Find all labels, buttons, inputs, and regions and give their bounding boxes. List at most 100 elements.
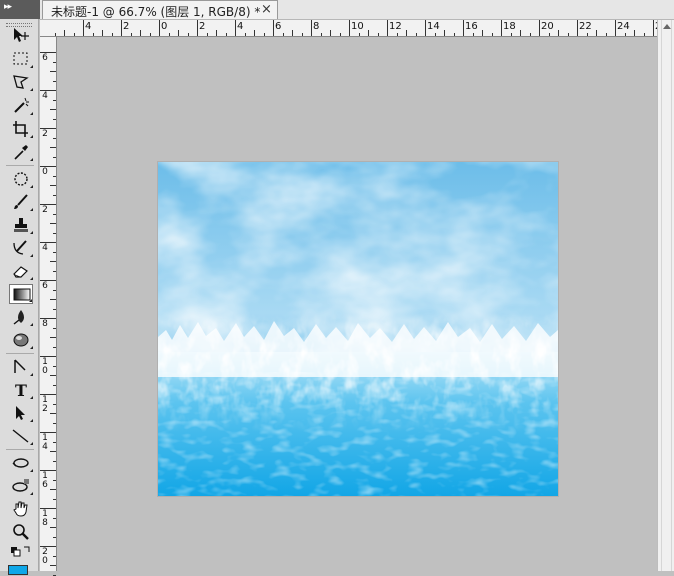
- ruler-top-major-tick: [235, 20, 236, 36]
- ruler-top-major-tick: [349, 20, 350, 36]
- ruler-left-label: 18: [42, 509, 48, 528]
- vertical-scrollbar[interactable]: [657, 20, 674, 571]
- ruler-top-minor-tick: [406, 30, 407, 36]
- magic-wand-tool[interactable]: [9, 96, 33, 116]
- crop-icon: [13, 121, 28, 137]
- hand-tool[interactable]: [9, 499, 33, 519]
- ruler-top-minor-tick: [54, 33, 56, 36]
- ruler-top-minor-tick: [529, 33, 531, 36]
- blur-tool[interactable]: [9, 307, 33, 327]
- scroll-track[interactable]: [661, 20, 672, 571]
- move-icon: [14, 28, 29, 42]
- ruler-left-minor-tick: [53, 270, 56, 272]
- direct-selection-icon: [16, 406, 25, 420]
- type-tool[interactable]: T: [9, 380, 33, 400]
- ruler-top-label: 12: [389, 21, 402, 32]
- ruler-top-minor-tick: [263, 33, 265, 36]
- ruler-top-label: 10: [351, 21, 364, 32]
- ruler-top-minor-tick: [434, 33, 436, 36]
- document-tab[interactable]: 未标题-1 @ 66.7% (图层 1, RGB/8) * ×: [42, 0, 278, 19]
- zoom-tool[interactable]: [9, 522, 33, 542]
- foreground-color-swatch[interactable]: [8, 565, 28, 575]
- ruler-left-major-tick: [40, 394, 56, 395]
- vertical-ruler[interactable]: 64202468101214161820: [40, 37, 57, 576]
- ruler-left-minor-tick: [50, 299, 56, 300]
- ruler-left-minor-tick: [53, 574, 56, 576]
- ruler-left-label: 0: [42, 167, 48, 177]
- ruler-top-minor-tick: [130, 33, 132, 36]
- ruler-left-minor-tick: [53, 498, 56, 500]
- ruler-left-minor-tick: [53, 536, 56, 538]
- ruler-left-minor-tick: [53, 327, 56, 329]
- svg-text:T: T: [15, 381, 27, 399]
- ruler-top-minor-tick: [444, 30, 445, 36]
- swap-colors-icon: [11, 546, 30, 557]
- horizontal-ruler[interactable]: 4202468101214161820222426: [54, 20, 673, 37]
- ruler-left-major-tick: [40, 280, 56, 281]
- 3d-orbit-tool[interactable]: [9, 476, 33, 496]
- gradient-tool[interactable]: [9, 284, 33, 304]
- eraser-tool[interactable]: [9, 261, 33, 281]
- document-tab-bar: ▸▸ 未标题-1 @ 66.7% (图层 1, RGB/8) * ×: [0, 0, 674, 20]
- ruler-top-minor-tick: [149, 33, 151, 36]
- ruler-top-minor-tick: [225, 33, 227, 36]
- ruler-top-minor-tick: [320, 33, 322, 36]
- 3d-rotate-tool[interactable]: [9, 453, 33, 473]
- ruler-top-minor-tick: [482, 30, 483, 36]
- ruler-left-major-tick: [40, 204, 56, 205]
- ruler-top-minor-tick: [548, 33, 550, 36]
- ruler-left-label: 4: [42, 91, 48, 101]
- document-canvas[interactable]: [158, 162, 558, 496]
- ruler-left-minor-tick: [50, 527, 56, 528]
- ruler-left-label: 10: [42, 357, 48, 376]
- crop-tool[interactable]: [9, 119, 33, 139]
- ruler-top-minor-tick: [567, 33, 569, 36]
- ruler-left-major-tick: [40, 166, 56, 167]
- ruler-top-minor-tick: [73, 33, 75, 36]
- ruler-top-label: 20: [541, 21, 554, 32]
- ruler-left-major-tick: [40, 318, 56, 319]
- ruler-left-minor-tick: [50, 147, 56, 148]
- ruler-top-minor-tick: [624, 33, 626, 36]
- ruler-left-minor-tick: [50, 223, 56, 224]
- ruler-left-major-tick: [40, 90, 56, 91]
- direct-selection-tool[interactable]: [9, 403, 33, 423]
- ruler-left-minor-tick: [53, 555, 56, 557]
- brush-tool[interactable]: [9, 192, 33, 212]
- line-tool[interactable]: [9, 426, 33, 446]
- ruler-top-minor-tick: [187, 33, 189, 36]
- ruler-top-minor-tick: [92, 33, 94, 36]
- ruler-top-minor-tick: [254, 30, 255, 36]
- stamp-icon: [14, 218, 28, 232]
- path-selection-tool[interactable]: [9, 357, 33, 377]
- ruler-left-major-tick: [40, 546, 56, 547]
- move-tool[interactable]: [9, 25, 33, 45]
- ruler-top-major-tick: [615, 20, 616, 36]
- toolbox-separator: [6, 353, 34, 354]
- ruler-top-label: 2: [123, 21, 130, 32]
- ruler-left-major-tick: [40, 432, 56, 433]
- ruler-top-major-tick: [83, 20, 84, 36]
- dodge-tool[interactable]: [9, 330, 33, 350]
- ruler-left-minor-tick: [50, 489, 56, 490]
- default-colors-swap[interactable]: [9, 543, 33, 559]
- clone-stamp-tool[interactable]: [9, 215, 33, 235]
- ruler-top-minor-tick: [491, 33, 493, 36]
- eyedropper-tool[interactable]: [9, 142, 33, 162]
- healing-brush-tool[interactable]: [9, 169, 33, 189]
- close-tab-icon[interactable]: ×: [261, 2, 272, 17]
- ruler-top-minor-tick: [453, 33, 455, 36]
- ruler-top-label: 2: [199, 21, 206, 32]
- ruler-left-major-tick: [40, 356, 56, 357]
- ruler-left-label: 2: [42, 129, 48, 139]
- lasso-tool[interactable]: [9, 72, 33, 92]
- ruler-left-minor-tick: [53, 137, 56, 139]
- marquee-tool[interactable]: [9, 49, 33, 69]
- ruler-left-label: 6: [42, 281, 48, 291]
- ruler-left-major-tick: [40, 128, 56, 129]
- ruler-top-major-tick: [653, 20, 654, 36]
- ruler-left-major-tick: [40, 470, 56, 471]
- history-brush-tool[interactable]: [9, 238, 33, 258]
- toolbox-collapse-grip[interactable]: ▸▸: [0, 0, 40, 19]
- sky-and-sea-artwork: [158, 162, 558, 496]
